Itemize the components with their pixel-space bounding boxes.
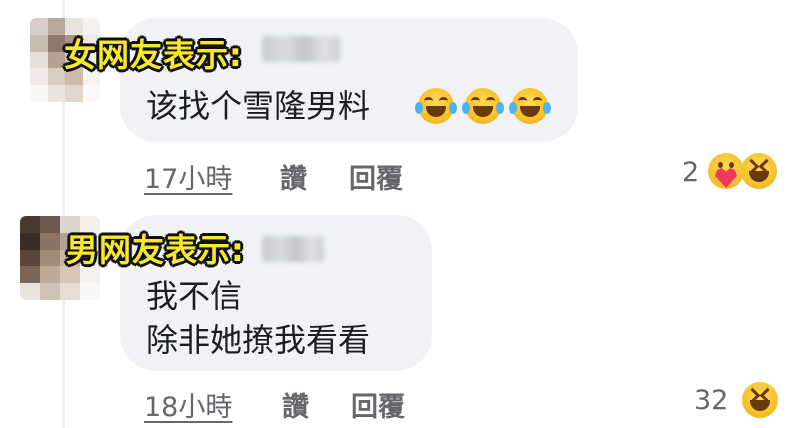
reaction-count[interactable]: 32 bbox=[694, 385, 728, 416]
commenter-name-blurred[interactable] bbox=[262, 236, 324, 262]
comment-timestamp[interactable]: 18小時 bbox=[144, 385, 232, 424]
comment-text-line: 该找个雪隆男料 bbox=[146, 87, 371, 125]
tears-of-joy-icon bbox=[462, 88, 504, 124]
reply-button[interactable]: 回覆 bbox=[349, 157, 403, 196]
tears-of-joy-icon bbox=[415, 88, 457, 124]
reply-button[interactable]: 回覆 bbox=[351, 385, 405, 424]
comment-text-line: 除非她撩我看看 bbox=[146, 321, 371, 359]
comment-timestamp[interactable]: 17小時 bbox=[144, 157, 232, 196]
like-button[interactable]: 讚 bbox=[280, 157, 307, 196]
care-icon[interactable] bbox=[708, 153, 744, 189]
reaction-count[interactable]: 2 bbox=[682, 157, 699, 188]
commenter-name-blurred[interactable] bbox=[262, 36, 340, 62]
comment-label: 男网友表示: bbox=[66, 231, 245, 269]
laughing-squint-icon[interactable] bbox=[742, 382, 778, 418]
comment-text-line: 我不信 bbox=[146, 277, 243, 315]
tears-of-joy-icon bbox=[509, 88, 551, 124]
comment-label: 女网友表示: bbox=[64, 36, 243, 74]
like-button[interactable]: 讚 bbox=[282, 385, 309, 424]
laughing-squint-icon[interactable] bbox=[741, 153, 777, 189]
comment-text: 该找个雪隆男料 bbox=[146, 86, 370, 126]
